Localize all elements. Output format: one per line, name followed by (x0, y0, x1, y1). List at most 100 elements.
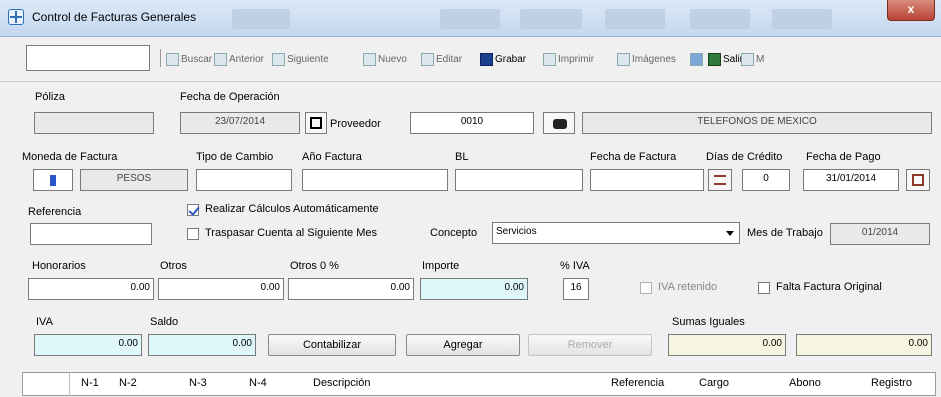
fecha-pago-label: Fecha de Pago (806, 151, 881, 163)
realizar-calculos-label: Realizar Cálculos Automáticamente (205, 203, 379, 215)
scale-icon (714, 175, 726, 185)
mes-trabajo-field[interactable]: 01/2014 (830, 223, 930, 245)
background-bar (520, 9, 582, 29)
realizar-calculos-checkbox[interactable] (187, 204, 199, 216)
bl-field[interactable] (455, 169, 583, 191)
calendar-icon (912, 174, 924, 186)
otros0-label: Otros 0 % (290, 260, 339, 272)
pct-iva-field[interactable]: 16 (563, 278, 589, 300)
background-bar (772, 9, 832, 29)
fecha-factura-label: Fecha de Factura (590, 151, 677, 163)
poliza-field[interactable] (34, 112, 154, 134)
search-proveedor-button[interactable] (543, 112, 575, 134)
otros0-field[interactable]: 0.00 (288, 278, 414, 300)
close-button[interactable]: x (887, 0, 935, 21)
fecha-factura-field[interactable] (590, 169, 704, 191)
traspasar-label: Traspasar Cuenta al Siguiente Mes (205, 227, 378, 239)
falta-factura-label: Falta Factura Original (776, 281, 882, 293)
sumas-cargo-field[interactable]: 0.00 (668, 334, 786, 356)
grid-col-cargo[interactable]: Cargo (699, 377, 729, 389)
app-icon (8, 9, 24, 25)
moneda-selector[interactable] (33, 169, 73, 191)
grid-col-registro[interactable]: Registro (871, 377, 912, 389)
refresh-button[interactable] (690, 51, 705, 67)
toolbar-separator (160, 49, 161, 67)
toolbar-search-field[interactable] (26, 45, 150, 71)
importe-field[interactable]: 0.00 (420, 278, 528, 300)
binoculars-icon (553, 119, 567, 129)
concepto-value: Servicios (496, 226, 537, 237)
edit-button[interactable]: Editar (421, 51, 462, 67)
print-button[interactable]: Imprimir (543, 51, 594, 67)
toolbar: Buscar Anterior Siguiente Nuevo Editar G… (0, 37, 941, 82)
next-button[interactable]: Siguiente (272, 51, 329, 67)
printer-icon (543, 52, 556, 66)
mes-trabajo-label: Mes de Trabajo (747, 227, 823, 239)
referencia-label: Referencia (28, 206, 82, 218)
concepto-select[interactable]: Servicios (492, 222, 740, 244)
save-button[interactable]: Grabar (480, 51, 526, 67)
grid-col-n1[interactable]: N-1 (81, 377, 99, 389)
grid-col-abono[interactable]: Abono (789, 377, 821, 389)
falta-factura-checkbox[interactable] (758, 282, 770, 294)
ano-factura-field[interactable] (302, 169, 448, 191)
more-icon (741, 52, 754, 66)
grid-col-referencia[interactable]: Referencia (611, 377, 664, 389)
search-button[interactable]: Buscar (166, 51, 212, 67)
sumas-abono-field[interactable]: 0.00 (796, 334, 932, 356)
moneda-label: Moneda de Factura (22, 151, 118, 163)
fecha-operacion-field[interactable]: 23/07/2014 (180, 112, 300, 134)
exit-button[interactable]: Salir (708, 51, 743, 67)
entries-grid-header: N-1 N-2 N-3 N-4 Descripción Referencia C… (22, 372, 936, 396)
grid-divider (69, 373, 70, 396)
iva-retenido-label: IVA retenido (658, 281, 718, 293)
calendar-icon (310, 117, 322, 129)
remover-button[interactable]: Remover (528, 334, 652, 356)
arrow-right-icon (272, 52, 285, 66)
proveedor-label: Proveedor (330, 118, 381, 130)
referencia-field[interactable] (30, 223, 152, 245)
fecha-operacion-label: Fecha de Operación (180, 91, 280, 103)
currency-icon (50, 175, 56, 186)
dias-credito-label: Días de Crédito (706, 151, 783, 163)
calendar-button[interactable] (305, 112, 327, 134)
calendar-pago-button[interactable] (906, 169, 930, 191)
saldo-label: Saldo (150, 316, 179, 328)
invoice-form: Póliza Fecha de Operación 23/07/2014 Pro… (0, 82, 941, 397)
title-bar: Control de Facturas Generales x (0, 0, 941, 37)
contabilizar-button[interactable]: Contabilizar (268, 334, 396, 356)
edit-icon (421, 52, 434, 66)
proveedor-name-field[interactable]: TELEFONOS DE MEXICO (582, 112, 932, 134)
grid-col-descripcion[interactable]: Descripción (313, 377, 370, 389)
honorarios-label: Honorarios (32, 260, 86, 272)
exit-icon (708, 52, 721, 66)
grid-col-n4[interactable]: N-4 (249, 377, 267, 389)
new-document-icon (363, 52, 376, 66)
new-button[interactable]: Nuevo (363, 51, 407, 67)
saldo-field[interactable]: 0.00 (148, 334, 256, 356)
proveedor-code-field[interactable]: 0010 (410, 112, 534, 134)
images-button[interactable]: Imágenes (617, 51, 676, 67)
background-bar (690, 9, 750, 29)
ano-factura-label: Año Factura (302, 151, 362, 163)
iva-retenido-checkbox[interactable] (640, 282, 652, 294)
moneda-field[interactable]: PESOS (80, 169, 188, 191)
honorarios-field[interactable]: 0.00 (28, 278, 154, 300)
otros-field[interactable]: 0.00 (158, 278, 284, 300)
agregar-button[interactable]: Agregar (406, 334, 520, 356)
dias-credito-button[interactable] (708, 169, 732, 191)
window-title: Control de Facturas Generales (32, 10, 197, 24)
grid-col-n2[interactable]: N-2 (119, 377, 137, 389)
fecha-pago-field[interactable]: 31/01/2014 (803, 169, 899, 191)
previous-button[interactable]: Anterior (214, 51, 264, 67)
more-button[interactable]: M (741, 51, 764, 67)
images-icon (617, 52, 630, 66)
background-bar (440, 9, 500, 29)
grid-col-n3[interactable]: N-3 (189, 377, 207, 389)
iva-field[interactable]: 0.00 (34, 334, 142, 356)
importe-label: Importe (422, 260, 460, 272)
traspasar-checkbox[interactable] (187, 228, 199, 240)
background-bar (232, 9, 290, 29)
dias-credito-field[interactable]: 0 (742, 169, 790, 191)
tipo-cambio-field[interactable] (196, 169, 292, 191)
